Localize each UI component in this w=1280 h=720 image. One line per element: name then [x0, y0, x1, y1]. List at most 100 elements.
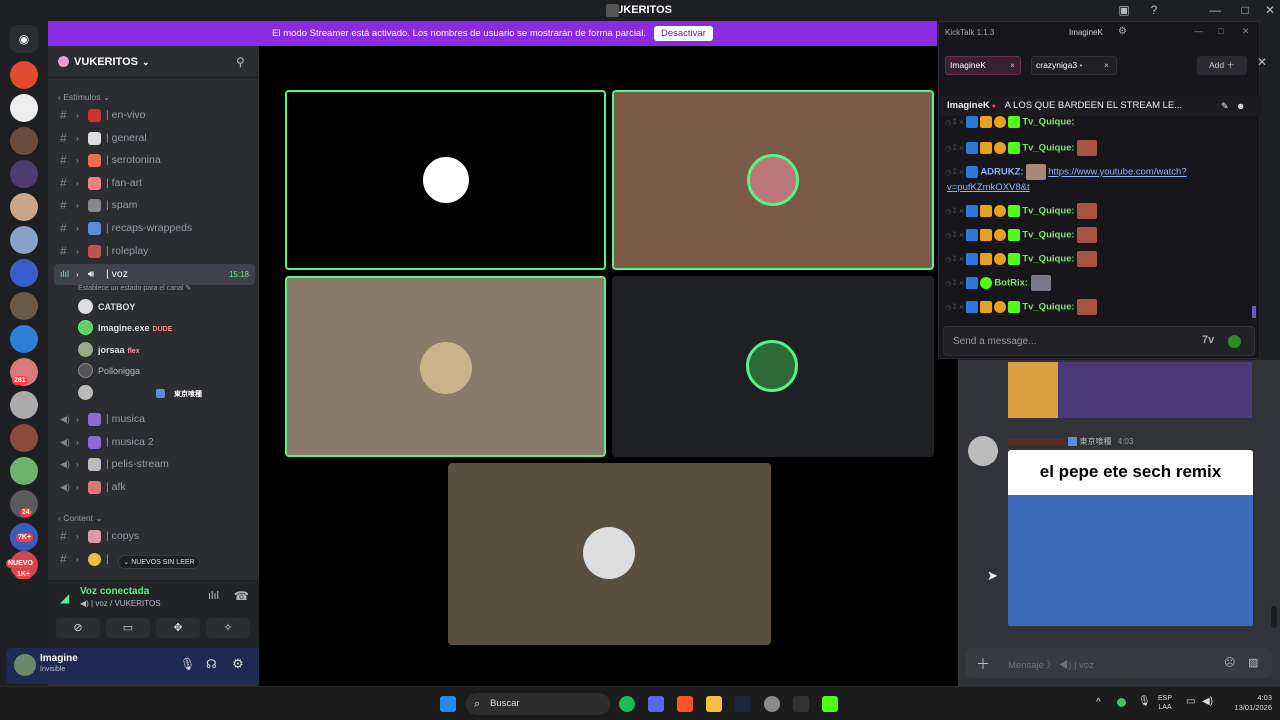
server-icon[interactable]: [10, 259, 38, 287]
image-upload-icon[interactable]: ▨: [1248, 656, 1258, 669]
chat-tab[interactable]: ImagineK ×: [945, 56, 1021, 75]
participant-tile[interactable]: [285, 276, 606, 457]
server-icon[interactable]: 281: [10, 358, 38, 386]
server-icon[interactable]: NUEVO 1K+: [6, 551, 38, 579]
kicktalk-icon[interactable]: [822, 696, 838, 712]
close-panel-icon[interactable]: ✕: [1257, 55, 1267, 69]
channel-copys[interactable]: # › | copys: [54, 526, 255, 547]
settings-gear-icon[interactable]: ⚙: [1118, 26, 1127, 37]
microphone-icon[interactable]: 🎙︎: [1138, 696, 1151, 707]
emoji-icon[interactable]: ☹: [1224, 656, 1235, 669]
previous-image[interactable]: [1008, 362, 1252, 418]
app-icon[interactable]: [793, 696, 809, 712]
inbox-icon[interactable]: ▣: [1109, 0, 1139, 21]
app-icon[interactable]: [764, 696, 780, 712]
avatar[interactable]: [14, 654, 36, 676]
voice-channel-musica-2[interactable]: ◀) › | musica 2: [54, 432, 255, 453]
network-icon[interactable]: ▭: [1186, 696, 1195, 707]
redacted-username[interactable]: [1008, 438, 1066, 445]
server-icon[interactable]: [10, 193, 38, 221]
microphone-icon[interactable]: 🎙︎: [180, 657, 195, 671]
channel-serotonina[interactable]: # › | serotonina: [54, 150, 255, 171]
close-button[interactable]: ✕: [1255, 0, 1280, 21]
server-icon[interactable]: [10, 127, 38, 155]
invite-icon[interactable]: ⚲: [236, 55, 245, 69]
channel-en-vivo[interactable]: # › | en-vivo: [54, 105, 255, 126]
channel-general[interactable]: # › | general: [54, 128, 255, 149]
signal-icon[interactable]: ◢: [60, 591, 69, 605]
clock[interactable]: 4:03 13/01/2026: [1222, 693, 1272, 713]
soundboard-button[interactable]: ✧: [206, 618, 250, 638]
category-estimulos[interactable]: ‹ Estímulos ⌄: [58, 92, 110, 103]
maximize-button[interactable]: □: [1218, 26, 1223, 36]
language-indicator[interactable]: ESP LAA: [1158, 694, 1172, 712]
tray-chevron-icon[interactable]: ^: [1096, 697, 1101, 708]
category-content[interactable]: ‹ Content ⌄: [58, 513, 102, 524]
start-menu-icon[interactable]: [440, 696, 456, 712]
message-composer[interactable]: ＋ Mensaje 〉 ◀) | voz ☹ ▨: [966, 648, 1272, 678]
chat-message[interactable]: ◷ ⁑ ✕ Tv_Quique:: [945, 227, 1099, 243]
chat-message[interactable]: ◷ ⁑ ✕ Tv_Quique:: [945, 251, 1099, 267]
chat-message[interactable]: ◷ ⁑ ✕ Tv_Quique:: [945, 299, 1099, 315]
participant-tile[interactable]: [612, 90, 934, 270]
chat-message[interactable]: ◷ ⁑ ✕ Tv_Quique:: [945, 203, 1099, 219]
channel-recaps-wrappeds[interactable]: # › | recaps-wrappeds: [54, 218, 255, 239]
close-button[interactable]: ✕: [1242, 26, 1250, 37]
server-icon[interactable]: 24: [10, 490, 38, 518]
voice-location[interactable]: ◀) | voz / VUKERITOS: [80, 599, 161, 608]
pin-icon[interactable]: ✎: [1221, 96, 1229, 116]
server-icon[interactable]: [10, 424, 38, 452]
server-icon[interactable]: [10, 226, 38, 254]
voice-channel-voz[interactable]: ılıl › 🔊︎ | voz 15:18: [54, 264, 255, 285]
message-link[interactable]: https://www.youtube.com/watch?: [1048, 167, 1186, 178]
camera-off-button[interactable]: ⊘: [56, 618, 100, 638]
participant-tile[interactable]: [612, 276, 934, 457]
server-icon[interactable]: [10, 94, 38, 122]
chat-message[interactable]: ◷ ⁑ ✕ Tv_Quique:: [945, 116, 1075, 128]
channel-fan-art[interactable]: # › | fan-art: [54, 173, 255, 194]
channel-status-hint[interactable]: Establece un estado para el canal ✎: [78, 284, 191, 292]
deactivate-button[interactable]: Desactivar: [653, 26, 713, 41]
steam-icon[interactable]: [735, 696, 751, 712]
file-explorer-icon[interactable]: [706, 696, 722, 712]
server-icon[interactable]: [10, 61, 38, 89]
brave-icon[interactable]: [677, 696, 693, 712]
discord-home-icon[interactable]: ◉: [10, 25, 38, 53]
minimize-button[interactable]: —: [1200, 0, 1230, 21]
add-attachment-icon[interactable]: ＋: [976, 654, 990, 674]
server-icon[interactable]: 7K+: [10, 523, 38, 551]
kick-chat-input[interactable]: Send a message... 7v: [943, 326, 1255, 356]
chat-tab[interactable]: crazyniga3 • ×: [1031, 56, 1117, 75]
close-tab-icon[interactable]: ×: [1010, 57, 1015, 74]
user-icon[interactable]: ☻: [1236, 96, 1245, 116]
kick-emote-icon[interactable]: [1228, 335, 1241, 348]
chat-message[interactable]: ◷ ⁑ ✕ Tv_Quique:: [945, 140, 1099, 156]
activities-button[interactable]: ✥: [156, 618, 200, 638]
scrollbar[interactable]: [1271, 606, 1277, 628]
channel-spam[interactable]: # › | spam: [54, 195, 255, 216]
noise-suppression-icon[interactable]: ılıl: [208, 590, 219, 602]
volume-icon[interactable]: ◀): [1202, 696, 1213, 707]
chat-message[interactable]: ◷ ⁑ ✕ BotRix:: [945, 275, 1053, 291]
settings-gear-icon[interactable]: ⚙: [232, 656, 244, 672]
new-unread-button[interactable]: ⌄ NUEVOS SIN LEER: [118, 555, 200, 569]
chat-message[interactable]: ◷ ⁑ ✕ ADRUKZ: https://www.youtube.com/wa…: [945, 164, 1187, 180]
meme-image[interactable]: el pepe ete sech remix: [1008, 450, 1253, 626]
voice-channel-pelis-stream[interactable]: ◀) › | pelis-stream: [54, 454, 255, 475]
server-header[interactable]: VUKERITOS ⌄: [48, 46, 259, 78]
headphones-icon[interactable]: ☊: [206, 657, 217, 671]
tray-app-icon[interactable]: [1117, 698, 1126, 707]
pinned-message[interactable]: ImagineK ● A LOS QUE BARDEEN EL STREAM L…: [939, 96, 1261, 116]
channel-roleplay[interactable]: # › | roleplay: [54, 241, 255, 262]
message-link[interactable]: v=pufKZmkOXV8&t: [947, 182, 1030, 193]
voice-channel-musica[interactable]: ◀) › | musica: [54, 409, 255, 430]
spotify-icon[interactable]: [619, 696, 635, 712]
scrollbar[interactable]: [1252, 306, 1256, 318]
account-name[interactable]: ImagineK: [1069, 28, 1103, 37]
server-icon[interactable]: [10, 391, 38, 419]
minimize-button[interactable]: —: [1194, 26, 1203, 36]
discord-icon[interactable]: [648, 696, 664, 712]
voice-channel-afk[interactable]: ◀) › | afk: [54, 477, 255, 498]
participant-tile[interactable]: [448, 463, 771, 645]
screen-share-button[interactable]: ▭: [106, 618, 150, 638]
